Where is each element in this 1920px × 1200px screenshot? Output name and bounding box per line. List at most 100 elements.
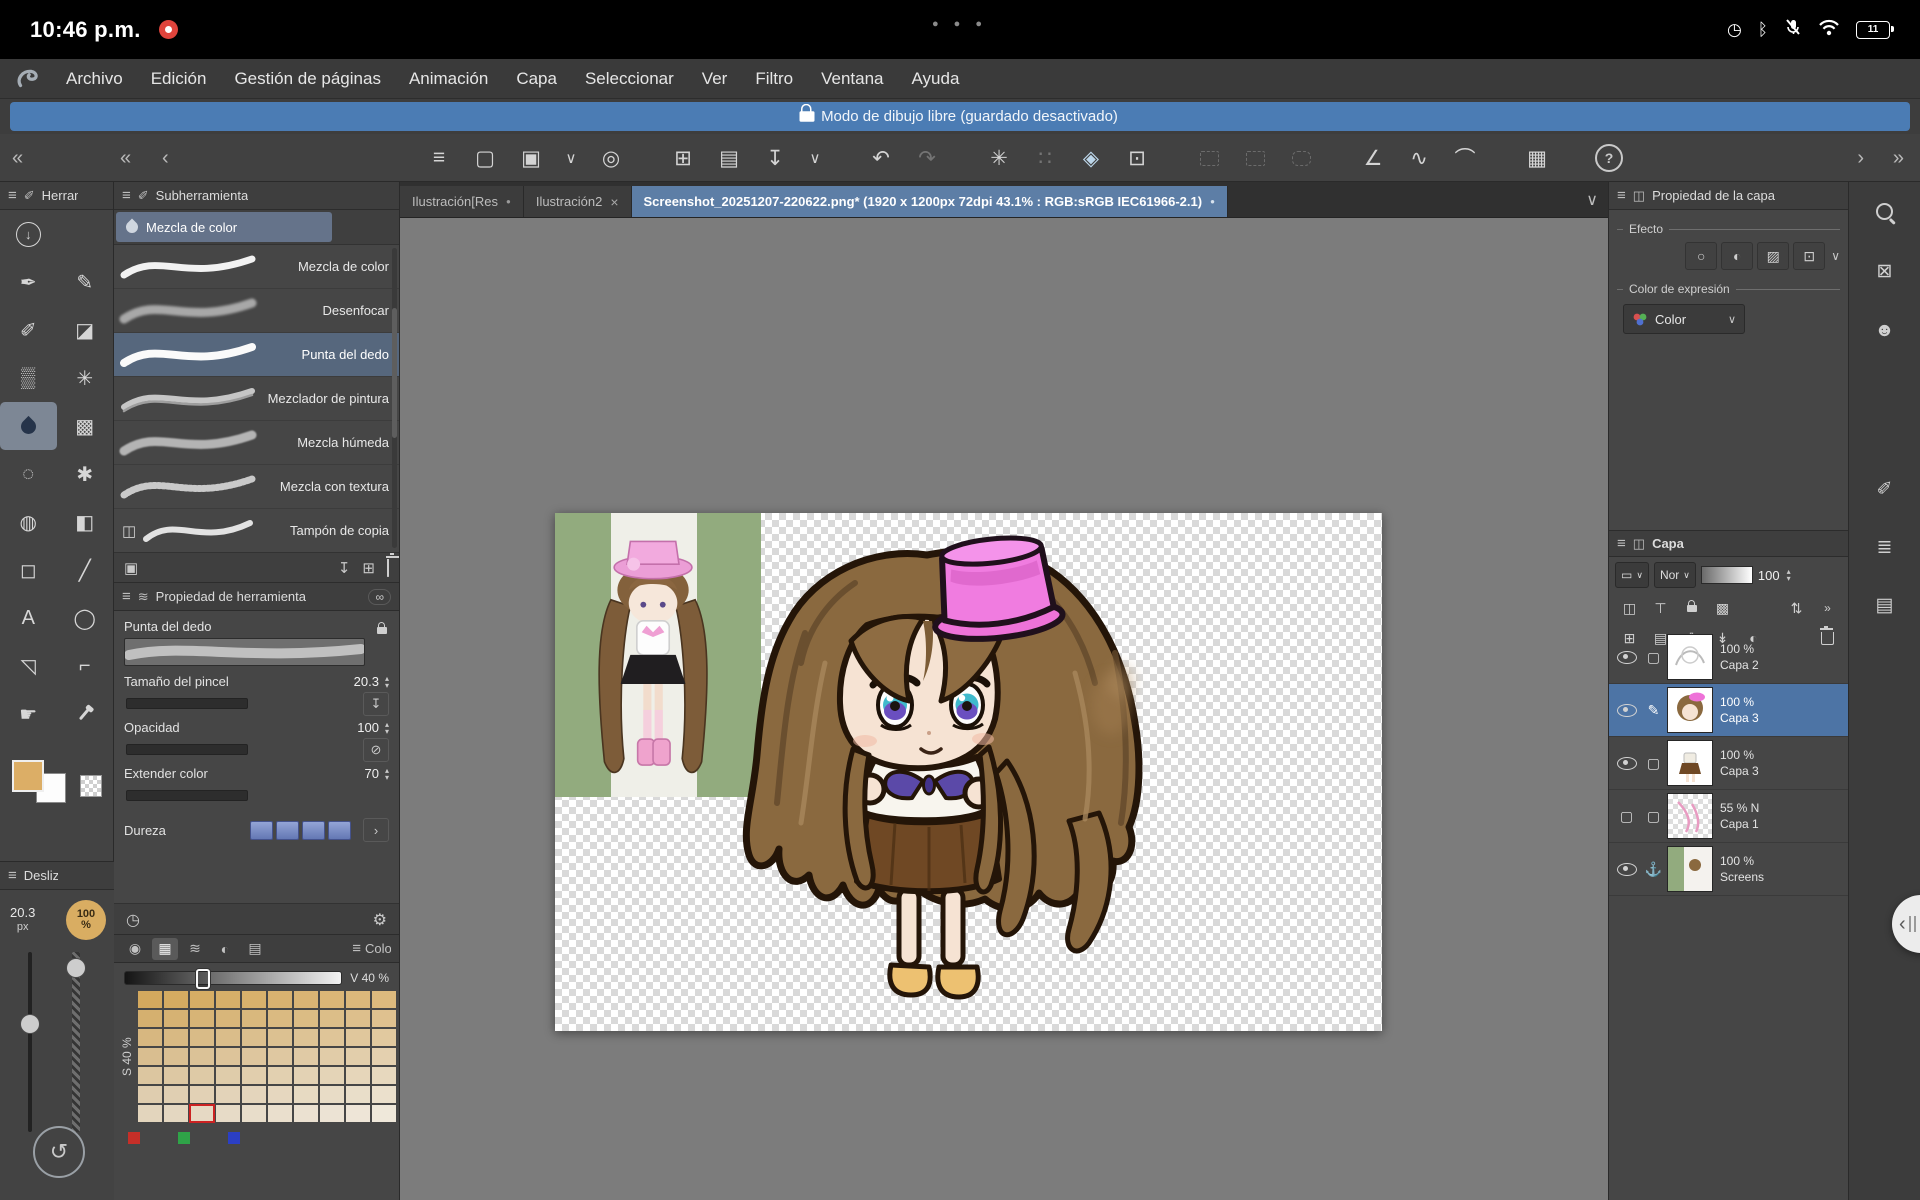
opacity-knob[interactable] xyxy=(66,958,86,978)
red-slider-chip[interactable] xyxy=(128,1132,140,1144)
subtool-item[interactable]: Mezcla con textura xyxy=(114,465,399,509)
color-slider-tab-icon[interactable]: ≋ xyxy=(182,938,208,960)
layer-thumbnail[interactable] xyxy=(1667,634,1713,680)
subview-palette-button[interactable]: ☻ xyxy=(1863,312,1907,350)
collapse-all-right-button[interactable]: » xyxy=(1893,134,1904,182)
tool-operation[interactable]: ◻ xyxy=(0,546,57,594)
screen-recording-indicator[interactable] xyxy=(159,20,178,39)
palette-menu-icon[interactable]: ≡ xyxy=(352,940,361,957)
green-slider-chip[interactable] xyxy=(178,1132,190,1144)
tool-auto-select[interactable]: ✱ xyxy=(57,450,114,498)
color-swatch[interactable] xyxy=(242,1086,266,1103)
tab-ilustracion-res[interactable]: Ilustración[Res ● xyxy=(400,186,524,217)
visibility-toggle-off[interactable]: ▢ xyxy=(1613,808,1640,825)
color-mix-tab-icon[interactable]: ◐ xyxy=(212,938,238,960)
opacity-track[interactable] xyxy=(126,744,248,755)
menu-archivo[interactable]: Archivo xyxy=(52,59,137,98)
color-swatch[interactable] xyxy=(294,1105,318,1122)
color-swatch[interactable] xyxy=(268,991,292,1008)
select-rectangle-button[interactable] xyxy=(1190,139,1228,177)
layer-thumbnail[interactable] xyxy=(1667,846,1713,892)
palette-link-icon[interactable]: ∞ xyxy=(368,589,391,605)
tool-pencil[interactable]: ✎ xyxy=(57,258,114,306)
color-swatch-grid[interactable] xyxy=(138,991,396,1122)
color-swatch[interactable] xyxy=(164,991,188,1008)
collapse-subtool-palette-button[interactable]: ‹ xyxy=(162,134,169,182)
opacity-stepper-icon[interactable]: ▴▾ xyxy=(1787,568,1791,582)
color-swatch[interactable] xyxy=(268,1048,292,1065)
color-swatch[interactable] xyxy=(346,1010,370,1027)
reset-rotate-button[interactable]: ↺ xyxy=(33,1126,85,1178)
color-swatch[interactable] xyxy=(320,1029,344,1046)
subtool-item[interactable]: ◫ Tampón de copia xyxy=(114,509,399,553)
close-tab-icon[interactable]: × xyxy=(610,194,618,210)
brush-size-track[interactable] xyxy=(126,698,248,709)
register-material-button[interactable]: ◎ xyxy=(592,139,630,177)
brush-palette-button[interactable]: ✐ xyxy=(1863,470,1907,508)
color-swatch[interactable] xyxy=(320,1086,344,1103)
select-pen-button[interactable] xyxy=(1236,139,1274,177)
tool-pen[interactable]: ✒ xyxy=(0,258,57,306)
extend-track[interactable] xyxy=(126,790,248,801)
close-panel-button[interactable]: ⊠ xyxy=(1863,252,1907,290)
ruler-line-button[interactable]: ∠ xyxy=(1354,139,1392,177)
stabilization-timer-icon[interactable]: ◷ xyxy=(126,910,140,930)
layer-color-effect-icon[interactable]: ⊡ xyxy=(1793,242,1825,270)
color-swatch[interactable] xyxy=(242,1010,266,1027)
canvas-workspace[interactable] xyxy=(400,218,1608,1200)
grid-button[interactable]: ▦ xyxy=(1518,139,1556,177)
main-menu-button[interactable]: ≡ xyxy=(420,139,458,177)
tool-lasso[interactable]: ◌ xyxy=(0,450,57,498)
menu-ventana[interactable]: Ventana xyxy=(807,59,897,98)
brush-size-slider[interactable] xyxy=(28,952,32,1132)
color-swatch[interactable] xyxy=(372,1029,396,1046)
property-value[interactable]: 100 xyxy=(345,720,379,735)
color-swatch[interactable] xyxy=(294,1067,318,1084)
color-swatch-tab-icon[interactable]: ▦ xyxy=(152,938,178,960)
tab-screenshot-active[interactable]: Screenshot_20251207-220622.png* (1920 x … xyxy=(632,186,1228,217)
color-swatch[interactable] xyxy=(346,1086,370,1103)
color-swatch[interactable] xyxy=(216,1010,240,1027)
tool-gradient[interactable]: ◧ xyxy=(57,498,114,546)
color-swatch[interactable] xyxy=(216,1029,240,1046)
property-value[interactable]: 20.3 xyxy=(345,674,379,689)
import-subtool-icon[interactable]: ↧ xyxy=(338,559,351,577)
color-swatch[interactable] xyxy=(372,1010,396,1027)
foreground-color-chip[interactable] xyxy=(12,760,44,792)
preview-lock-icon[interactable] xyxy=(377,627,387,634)
color-swatch[interactable] xyxy=(268,1086,292,1103)
undo-button[interactable]: ↶ xyxy=(862,139,900,177)
border-effect-icon[interactable]: ○ xyxy=(1685,242,1717,270)
color-swatch[interactable] xyxy=(242,1067,266,1084)
tool-eyedropper[interactable] xyxy=(57,690,114,738)
subtool-scrollbar[interactable] xyxy=(392,248,397,548)
value-slider[interactable] xyxy=(124,971,342,985)
subtool-item-selected[interactable]: Punta del dedo xyxy=(114,333,399,377)
color-swatch[interactable] xyxy=(138,1105,162,1122)
color-swatch[interactable] xyxy=(216,1105,240,1122)
canvas-document[interactable] xyxy=(555,513,1382,1031)
color-swatch[interactable] xyxy=(320,1048,344,1065)
color-swatch[interactable] xyxy=(372,1067,396,1084)
color-swatch[interactable] xyxy=(138,1029,162,1046)
color-swatch[interactable] xyxy=(138,1067,162,1084)
subtool-item[interactable]: Mezcla de color xyxy=(114,245,399,289)
no-entry-icon[interactable]: ⊘ xyxy=(363,738,389,762)
layer-thumbnail[interactable] xyxy=(1667,687,1713,733)
color-swatch[interactable] xyxy=(372,1086,396,1103)
color-swatch[interactable] xyxy=(138,1086,162,1103)
color-swatch[interactable] xyxy=(190,1105,214,1122)
color-swatch[interactable] xyxy=(216,1086,240,1103)
color-swatch[interactable] xyxy=(138,1010,162,1027)
color-swatch[interactable] xyxy=(268,1029,292,1046)
transparent-color-chip[interactable] xyxy=(80,775,102,797)
color-swatch[interactable] xyxy=(346,1029,370,1046)
layer-row-screenshot[interactable]: ⚓ 100 %Screens xyxy=(1609,843,1848,896)
color-swatch[interactable] xyxy=(216,991,240,1008)
color-swatch[interactable] xyxy=(372,1105,396,1122)
share-chevron[interactable]: ∨ xyxy=(558,139,584,177)
menu-filtro[interactable]: Filtro xyxy=(741,59,807,98)
color-swatch[interactable] xyxy=(190,1029,214,1046)
stepper-icon[interactable]: ▴▾ xyxy=(385,675,389,689)
halftone-effect-icon[interactable]: ▨ xyxy=(1757,242,1789,270)
